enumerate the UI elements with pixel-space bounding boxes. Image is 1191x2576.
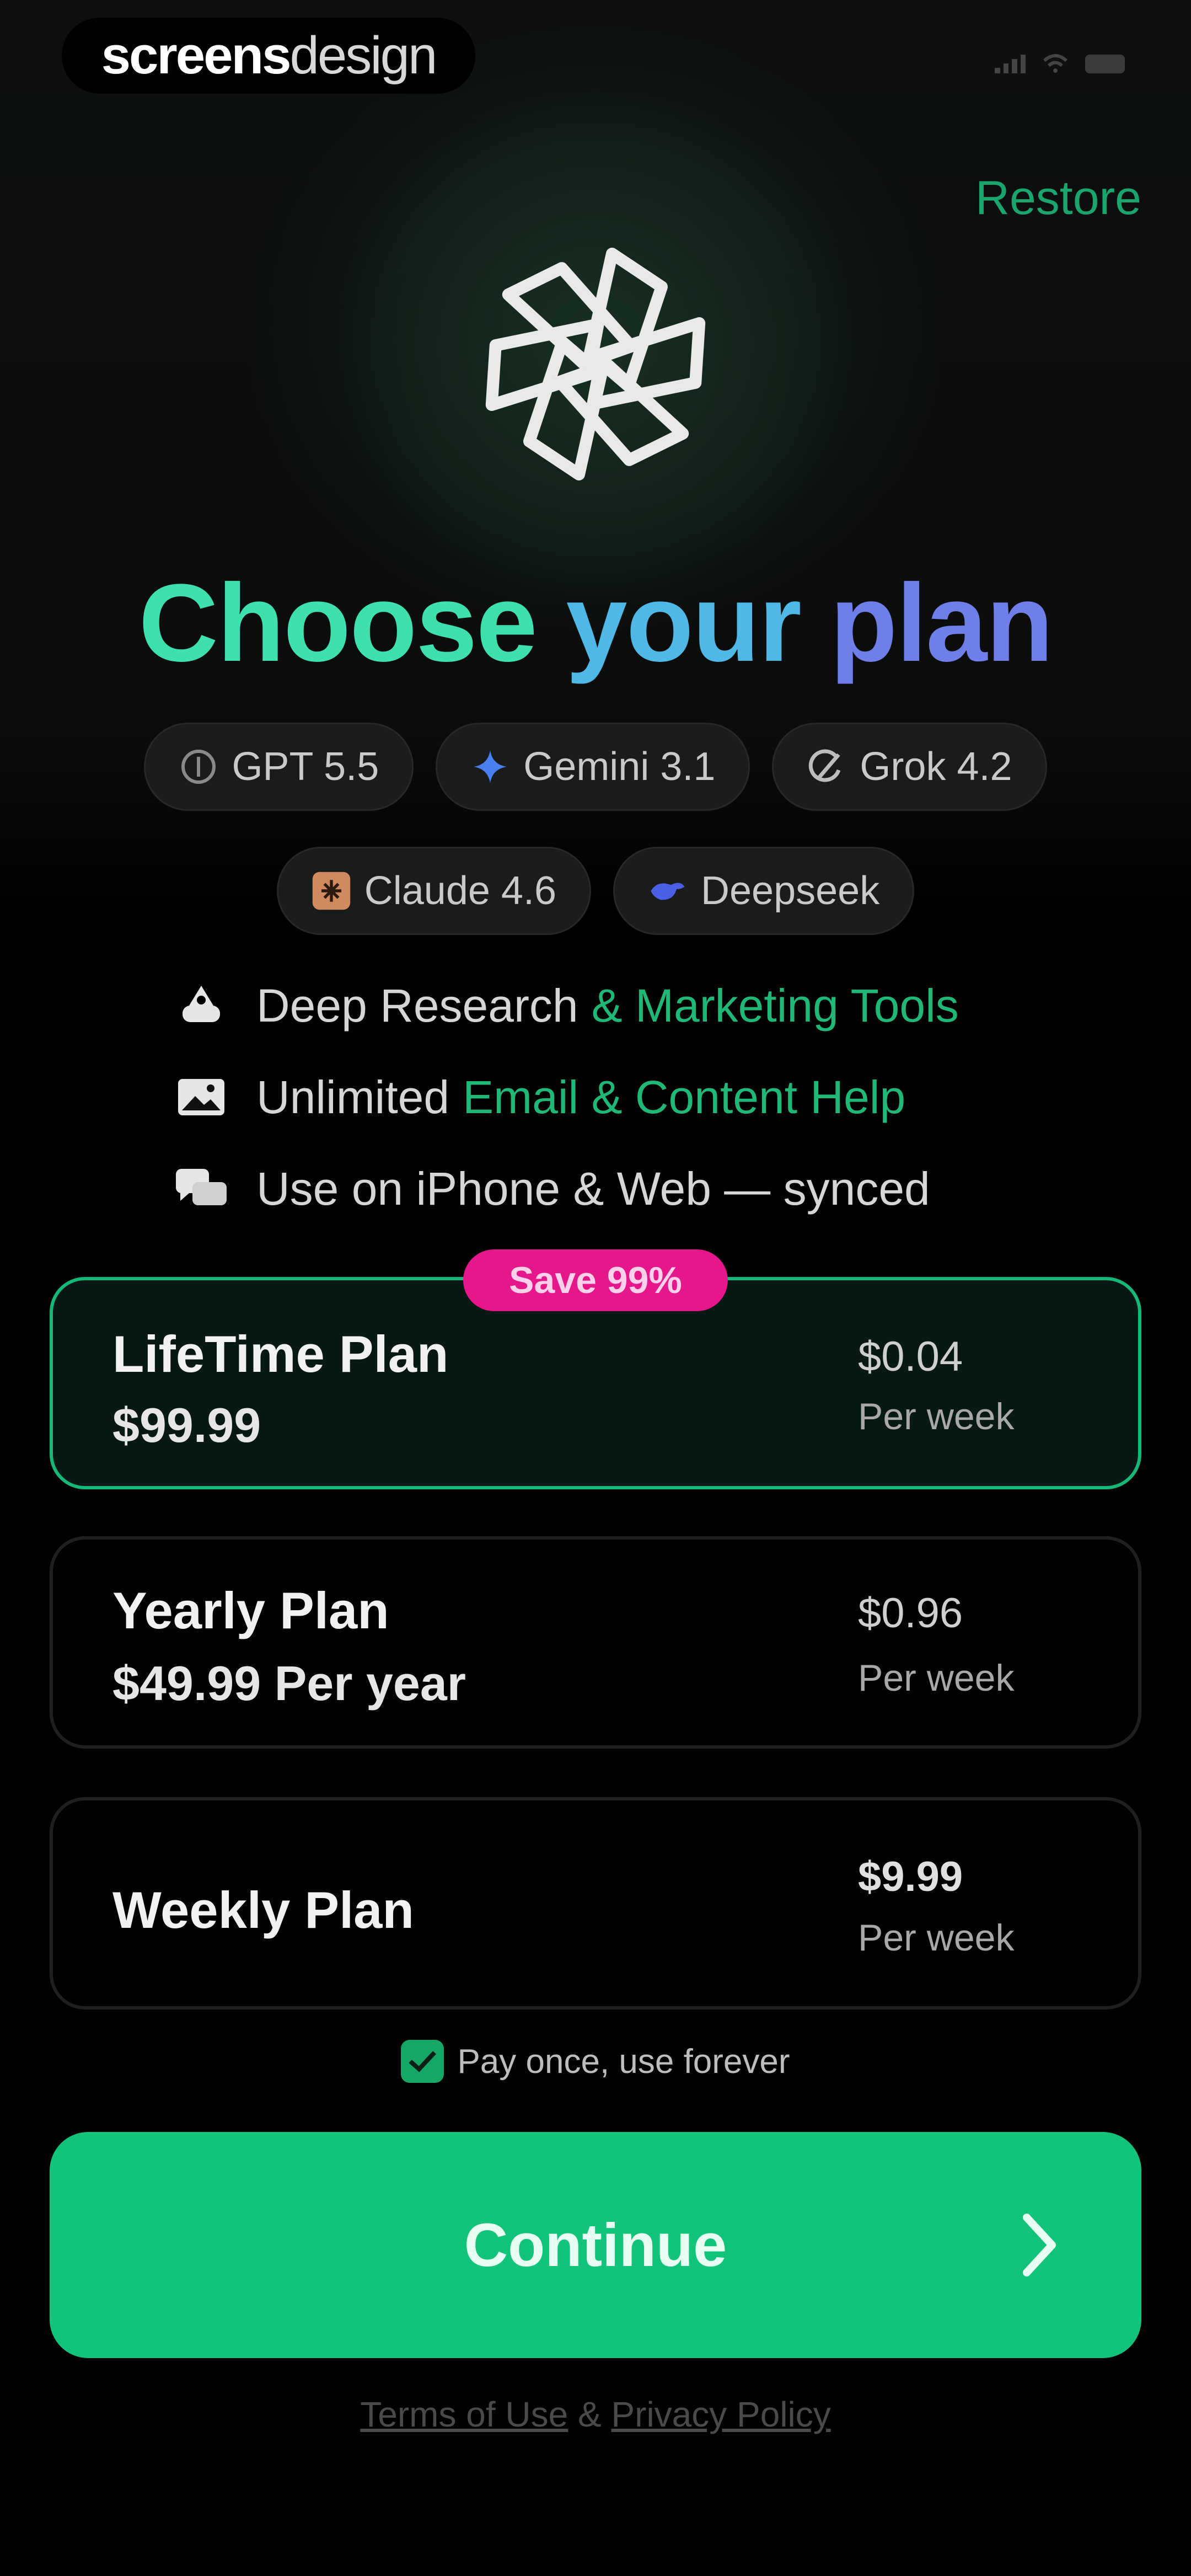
- continue-button[interactable]: Continue: [50, 2132, 1141, 2358]
- model-chip-label: GPT 5.5: [232, 745, 379, 789]
- continue-label: Continue: [464, 2211, 727, 2279]
- plan-weekly-price: $9.99: [858, 1853, 963, 1900]
- feature-item: Use on iPhone & Web — synced: [174, 1143, 959, 1234]
- save-badge: Save 99%: [463, 1249, 728, 1311]
- paywall-screen: screens design Restore Choose your plan G…: [0, 0, 1191, 2576]
- brand-watermark: screens design: [62, 18, 475, 94]
- terms-link[interactable]: Terms of Use: [360, 2395, 568, 2434]
- model-chip-gemini: Gemini 3.1: [436, 723, 750, 811]
- feature-highlight: & Marketing Tools: [591, 979, 959, 1032]
- feature-list: Deep Research & Marketing Tools Unlimite…: [174, 960, 959, 1234]
- legal-separator: &: [577, 2395, 602, 2434]
- brand-part2: design: [289, 26, 438, 85]
- page-title: Choose your plan: [0, 557, 1191, 690]
- app-logo-icon: [485, 248, 706, 480]
- plan-name: LifeTime Plan: [112, 1325, 449, 1383]
- privacy-link[interactable]: Privacy Policy: [611, 2395, 830, 2434]
- model-chip-deepseek: Deepseek: [613, 847, 915, 935]
- plan-price: $99.99: [112, 1398, 261, 1452]
- plan-weekly-label: Per week: [858, 1396, 1015, 1437]
- pay-once-text: Pay once, use forever: [457, 2042, 790, 2081]
- signal-icon: [995, 55, 1026, 73]
- title-word-3: plan: [830, 562, 1053, 685]
- plan-weekly-price: $0.96: [858, 1590, 963, 1637]
- grok-icon: [807, 747, 846, 787]
- plan-weekly-label: Per week: [858, 1657, 1015, 1699]
- model-chip-claude: Claude 4.6: [276, 847, 592, 935]
- model-chip-label: Deepseek: [701, 869, 880, 913]
- wifi-icon: [1043, 54, 1068, 73]
- feature-item: Unlimited Email & Content Help: [174, 1051, 959, 1143]
- status-bar: [995, 54, 1125, 74]
- pay-once-notice: Pay once, use forever: [0, 2040, 1191, 2083]
- gemini-icon: [470, 747, 510, 787]
- openai-icon: [179, 747, 218, 787]
- claude-icon: [312, 871, 351, 911]
- model-chip-label: Claude 4.6: [364, 869, 557, 913]
- chevron-right-icon: [1023, 2214, 1056, 2276]
- plan-option-weekly[interactable]: Weekly Plan $9.99 Per week: [50, 1797, 1141, 2010]
- model-chip-gpt: GPT 5.5: [144, 723, 414, 811]
- brand-part1: screens: [101, 26, 292, 85]
- plan-option-yearly[interactable]: Yearly Plan $49.99 Per year $0.96 Per we…: [50, 1536, 1141, 1749]
- model-chips-row-1: GPT 5.5 Gemini 3.1 Grok 4.2: [0, 723, 1191, 811]
- battery-icon: [1085, 55, 1125, 73]
- feature-text: Use on iPhone & Web — synced: [256, 1162, 930, 1215]
- research-icon: [174, 984, 229, 1028]
- model-chips-row-2: Claude 4.6 Deepseek: [0, 847, 1191, 935]
- model-chip-grok: Grok 4.2: [772, 723, 1047, 811]
- checkmark-icon: [401, 2040, 444, 2083]
- plan-name: Yearly Plan: [112, 1581, 389, 1639]
- image-icon: [174, 1075, 229, 1119]
- title-word-1: Choose: [138, 562, 537, 685]
- deepseek-icon: [648, 871, 688, 911]
- model-chip-label: Grok 4.2: [860, 745, 1012, 789]
- feature-text: Unlimited: [256, 1071, 450, 1123]
- plan-name: Weekly Plan: [112, 1881, 414, 1939]
- title-word-2: your: [566, 562, 801, 685]
- plan-price: $49.99 Per year: [112, 1656, 466, 1711]
- plan-weekly-label: Per week: [858, 1917, 1015, 1959]
- legal-links: Terms of Use & Privacy Policy: [0, 2394, 1191, 2435]
- chat-icon: [174, 1167, 229, 1211]
- model-chip-label: Gemini 3.1: [523, 745, 716, 789]
- plan-weekly-price: $0.04: [858, 1333, 963, 1380]
- restore-button[interactable]: Restore: [975, 171, 1141, 226]
- feature-highlight: Email & Content Help: [463, 1071, 906, 1123]
- feature-text: Deep Research: [256, 979, 578, 1032]
- feature-item: Deep Research & Marketing Tools: [174, 960, 959, 1051]
